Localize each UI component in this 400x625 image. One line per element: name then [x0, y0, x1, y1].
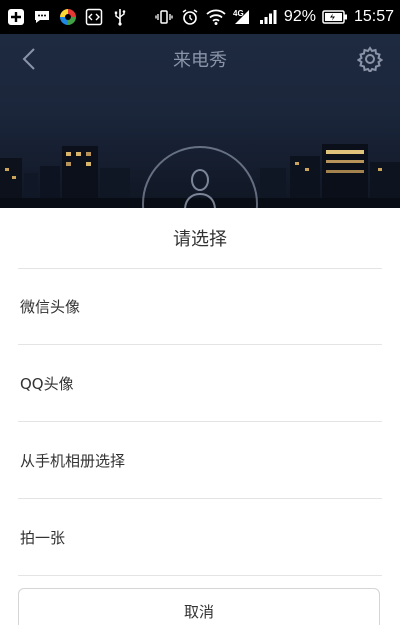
option-choose-from-album[interactable]: 从手机相册选择: [0, 422, 400, 498]
dialog-title: 请选择: [173, 229, 227, 250]
option-label: 拍一张: [20, 528, 66, 547]
gear-icon: [357, 46, 383, 72]
divider: [18, 575, 382, 576]
option-label: 微信头像: [20, 297, 81, 316]
page-title: 来电秀: [173, 50, 227, 71]
alarm-icon: [180, 7, 200, 27]
option-qq-avatar[interactable]: QQ头像: [0, 345, 400, 421]
header-background: 来电秀: [0, 34, 400, 208]
title-bar: 来电秀: [0, 34, 400, 84]
code-icon: [84, 7, 104, 27]
signal-4g-icon: 4G: [232, 7, 252, 27]
cancel-label: 取消: [183, 602, 214, 621]
option-label: 从手机相册选择: [20, 451, 126, 470]
usb-icon: [110, 7, 130, 27]
signal-icon: [258, 7, 278, 27]
person-icon: [184, 169, 216, 208]
color-wheel-icon: [58, 7, 78, 27]
select-dialog: 请选择 微信头像 QQ头像 从手机相册选择 拍一张 取消: [0, 208, 400, 625]
cancel-button[interactable]: 取消: [18, 588, 380, 625]
battery-percent: 92%: [283, 8, 316, 25]
option-take-photo[interactable]: 拍一张: [0, 499, 400, 575]
back-button[interactable]: [16, 46, 42, 72]
network-label: 4G: [233, 9, 244, 18]
chevron-left-icon: [22, 48, 35, 70]
phone-screen: 4G 92% 15:57 来电秀 请选择 微信头像 QQ头像 从手机相册选择 拍…: [0, 0, 400, 625]
vibrate-icon: [154, 7, 174, 27]
settings-button[interactable]: [356, 45, 384, 73]
status-bar: 4G 92% 15:57: [0, 0, 400, 34]
status-notifications: [6, 7, 130, 27]
add-icon: [6, 7, 26, 27]
message-icon: [32, 7, 52, 27]
option-label: QQ头像: [20, 374, 74, 393]
option-wechat-avatar[interactable]: 微信头像: [0, 268, 400, 344]
status-time: 15:57: [353, 8, 394, 25]
status-system: 4G 92% 15:57: [154, 7, 394, 27]
wifi-icon: [206, 7, 226, 27]
battery-icon: [322, 7, 348, 27]
